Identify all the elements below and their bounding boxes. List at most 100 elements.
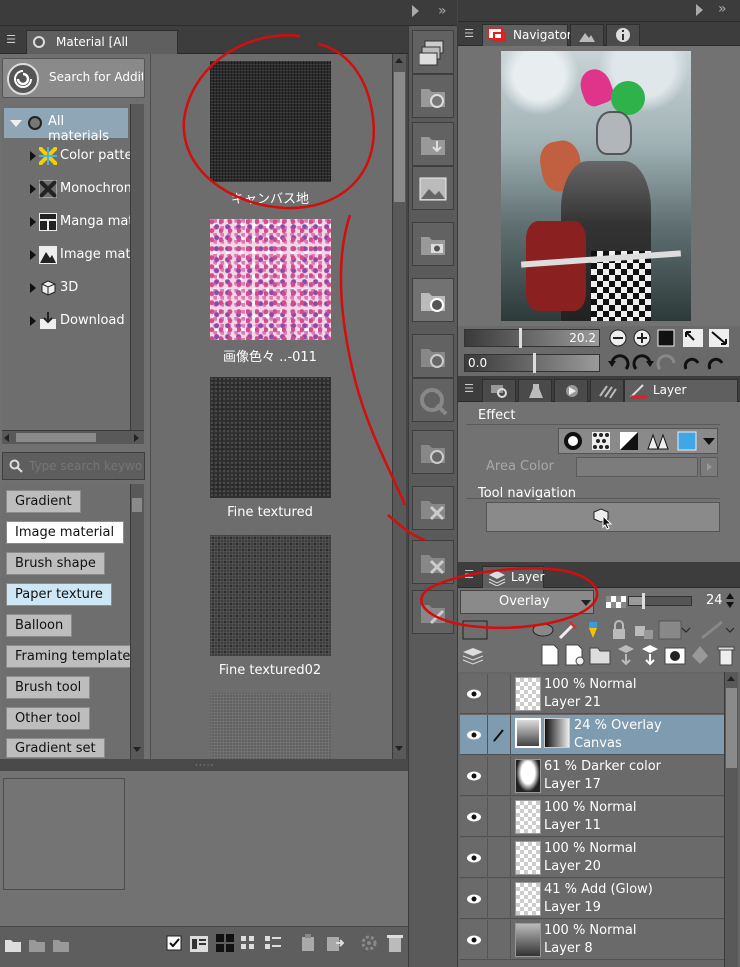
dock-button-material-active[interactable] bbox=[412, 278, 454, 322]
eye-visible-icon[interactable] bbox=[466, 810, 482, 824]
layer-scroll-thumb[interactable] bbox=[726, 688, 737, 768]
ruler-enable-icon[interactable] bbox=[700, 620, 734, 640]
delete-layer-icon[interactable] bbox=[716, 644, 736, 666]
clip-layer-icon[interactable] bbox=[462, 620, 488, 640]
reference-layer-icon[interactable] bbox=[532, 620, 554, 640]
stepper-down-icon[interactable] bbox=[726, 602, 734, 608]
dock-button-folder-pattern-2[interactable] bbox=[412, 540, 454, 584]
keyword-search[interactable] bbox=[2, 452, 145, 480]
transfer-down-icon[interactable] bbox=[616, 644, 636, 666]
blend-mode-select[interactable]: Overlay bbox=[460, 590, 594, 614]
layer-row[interactable]: 100 % Normal Layer 11 bbox=[460, 797, 724, 837]
search-keywords-input[interactable] bbox=[29, 456, 143, 476]
zoom-slider[interactable]: 20.2 bbox=[464, 328, 600, 348]
import-material-icon[interactable] bbox=[326, 934, 344, 952]
double-arrow-icon[interactable]: » bbox=[438, 3, 447, 19]
material-thumb-colorful[interactable] bbox=[210, 219, 331, 340]
tag-brush-tool[interactable]: Brush tool bbox=[6, 676, 91, 699]
collapse-arrow-icon[interactable] bbox=[696, 4, 703, 16]
opacity-slider[interactable] bbox=[628, 593, 692, 609]
eye-visible-icon[interactable] bbox=[466, 933, 482, 947]
eye-visible-icon[interactable] bbox=[466, 769, 482, 783]
material-thumb-fine-textured02[interactable] bbox=[210, 535, 331, 656]
material-thumb-partial[interactable] bbox=[210, 693, 331, 759]
tree-item-manga-material[interactable]: Manga material bbox=[30, 209, 130, 235]
double-arrow-icon[interactable]: » bbox=[718, 1, 727, 17]
area-color-swatch[interactable] bbox=[576, 457, 698, 477]
layer-row[interactable]: 100 % Normal Layer 20 bbox=[460, 838, 724, 878]
layer-list-toggle-icon[interactable] bbox=[462, 646, 484, 666]
rotate-right-icon[interactable] bbox=[632, 353, 654, 373]
material-panel-grip[interactable]: » bbox=[0, 0, 457, 26]
navigator-preview[interactable] bbox=[458, 46, 740, 326]
tag-gradient[interactable]: Gradient bbox=[6, 490, 81, 513]
scroll-up-icon[interactable] bbox=[395, 58, 403, 63]
stepper-up-icon[interactable] bbox=[726, 593, 734, 599]
scroll-down-icon[interactable] bbox=[133, 747, 141, 752]
hscroll-thumb[interactable] bbox=[16, 433, 96, 442]
tab-layer-search[interactable] bbox=[482, 379, 516, 402]
layer-row[interactable]: 100 % Normal Layer 21 bbox=[460, 674, 724, 714]
tab-brush[interactable] bbox=[590, 379, 624, 402]
border-effect-icon[interactable] bbox=[563, 431, 583, 451]
flip-vertical-icon[interactable] bbox=[704, 353, 726, 373]
dock-button-search[interactable] bbox=[412, 378, 454, 422]
layer-scrollbar[interactable] bbox=[724, 672, 738, 967]
fit-window-icon[interactable] bbox=[682, 328, 704, 348]
apply-mask-icon[interactable] bbox=[690, 644, 710, 666]
tree-item-3d[interactable]: 3D bbox=[30, 275, 130, 301]
splitter[interactable]: ····· bbox=[0, 759, 408, 771]
dock-button-folder-brush[interactable] bbox=[412, 590, 454, 634]
tab-sub-view[interactable] bbox=[570, 24, 604, 46]
lock-icon[interactable] bbox=[610, 620, 628, 640]
tree-item-download[interactable]: Download bbox=[30, 308, 130, 334]
dock-button-folder-3[interactable] bbox=[412, 430, 454, 474]
opacity-slider-handle[interactable] bbox=[642, 593, 645, 609]
tag-scroll-thumb[interactable] bbox=[132, 498, 142, 512]
create-mask-icon[interactable] bbox=[664, 646, 686, 666]
tree-item-all-materials[interactable]: All materials bbox=[4, 108, 128, 144]
tab-material[interactable]: Material [All materials] bbox=[26, 30, 178, 71]
large-thumbnail-icon[interactable] bbox=[216, 934, 234, 952]
checkbox-icon[interactable] bbox=[166, 935, 182, 951]
tag-balloon[interactable]: Balloon bbox=[6, 614, 73, 637]
dock-button-image[interactable] bbox=[412, 166, 454, 210]
zoom-in-icon[interactable] bbox=[632, 328, 652, 348]
material-thumb-fine-textured[interactable] bbox=[210, 377, 331, 498]
actual-size-icon[interactable] bbox=[656, 328, 676, 348]
scroll-right-icon[interactable] bbox=[134, 434, 139, 442]
eye-visible-icon[interactable] bbox=[466, 728, 482, 742]
flip-horizontal-icon[interactable] bbox=[680, 353, 702, 373]
tool-navigation-button[interactable] bbox=[486, 502, 720, 532]
tree-hscrollbar[interactable] bbox=[2, 430, 144, 444]
material-thumb-canvas[interactable] bbox=[210, 61, 331, 182]
small-thumbnail-icon[interactable] bbox=[240, 935, 256, 951]
zoom-out-icon[interactable] bbox=[608, 328, 628, 348]
fit-navigator-icon[interactable] bbox=[708, 328, 730, 348]
eye-visible-icon[interactable] bbox=[466, 687, 482, 701]
panel-menu-icon[interactable]: ☰ bbox=[4, 33, 18, 47]
grid-scrollbar[interactable] bbox=[392, 54, 406, 759]
tag-other-tool[interactable]: Other tool bbox=[6, 707, 90, 730]
eye-visible-icon[interactable] bbox=[466, 892, 482, 906]
scroll-up-icon[interactable] bbox=[727, 676, 735, 681]
tree-item-image-material[interactable]: Image material bbox=[30, 242, 130, 268]
tag-brush-shape[interactable]: Brush shape bbox=[6, 552, 105, 575]
mask-enable-icon[interactable] bbox=[658, 620, 692, 640]
tone-effect-icon[interactable] bbox=[591, 431, 611, 451]
eye-visible-icon[interactable] bbox=[466, 851, 482, 865]
tree-item-color-pattern[interactable]: Color pattern bbox=[30, 143, 130, 169]
layer-row-selected[interactable]: 24 % Overlay Canvas bbox=[460, 715, 724, 755]
zoom-slider-handle[interactable] bbox=[519, 328, 522, 348]
panel-menu-icon[interactable]: ☰ bbox=[462, 568, 476, 582]
folder-move-icon[interactable] bbox=[52, 937, 70, 953]
lock-transparent-icon[interactable] bbox=[634, 620, 654, 640]
new-raster-layer-icon[interactable] bbox=[540, 644, 560, 666]
layer-row[interactable]: 61 % Darker color Layer 17 bbox=[460, 756, 724, 796]
dropdown-arrow-icon[interactable] bbox=[703, 438, 715, 445]
grid-scroll-thumb[interactable] bbox=[394, 72, 405, 202]
merge-down-icon[interactable] bbox=[640, 644, 660, 666]
tag-paper-texture[interactable]: Paper texture bbox=[6, 583, 112, 606]
new-vector-layer-icon[interactable] bbox=[564, 644, 586, 666]
reset-rotation-icon[interactable] bbox=[656, 353, 678, 373]
